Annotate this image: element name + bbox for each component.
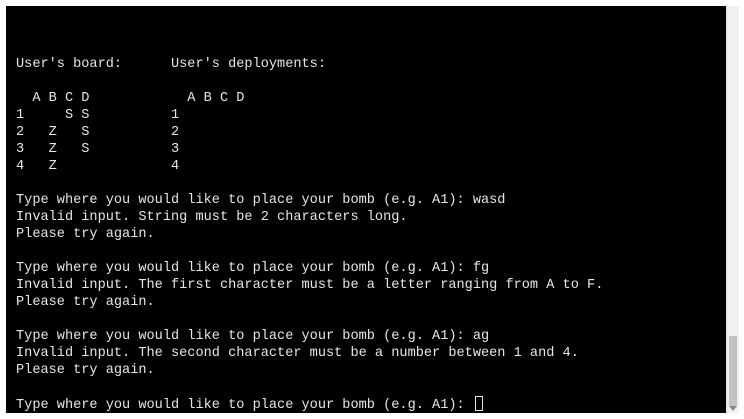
terminal-line: Type where you would like to place your … [16,193,506,208]
vertical-scrollbar[interactable] [726,6,739,413]
terminal-line: User's board: User's deployments: [16,57,326,72]
terminal-line: Please try again. [16,227,155,242]
terminal-line: 3 Z S 3 [16,142,180,157]
terminal-line: Please try again. [16,295,155,310]
terminal-line: Type where you would like to place your … [16,261,490,276]
text-cursor [474,396,483,411]
scrollbar-thumb[interactable] [729,336,737,406]
prompt-line[interactable]: Type where you would like to place your … [16,396,603,413]
terminal-line: 2 Z S 2 [16,125,180,140]
terminal-line: Invalid input. The first character must … [16,278,604,293]
terminal-line: Please try again. [16,363,155,378]
app-window: User's board: User's deployments: A B C … [0,0,744,419]
terminal-line: Type where you would like to place your … [16,329,490,344]
prompt-text: Type where you would like to place your … [16,398,473,413]
terminal-line: 4 Z 4 [16,159,180,174]
terminal-line: A B C D A B C D [16,91,245,106]
terminal-line: 1 S S 1 [16,108,180,123]
scroll-down-arrow-icon[interactable] [729,406,737,411]
terminal-line: Invalid input. String must be 2 characte… [16,210,408,225]
terminal-console[interactable]: User's board: User's deployments: A B C … [6,6,726,413]
terminal-line: Invalid input. The second character must… [16,346,579,361]
terminal-output: User's board: User's deployments: A B C … [16,56,603,413]
